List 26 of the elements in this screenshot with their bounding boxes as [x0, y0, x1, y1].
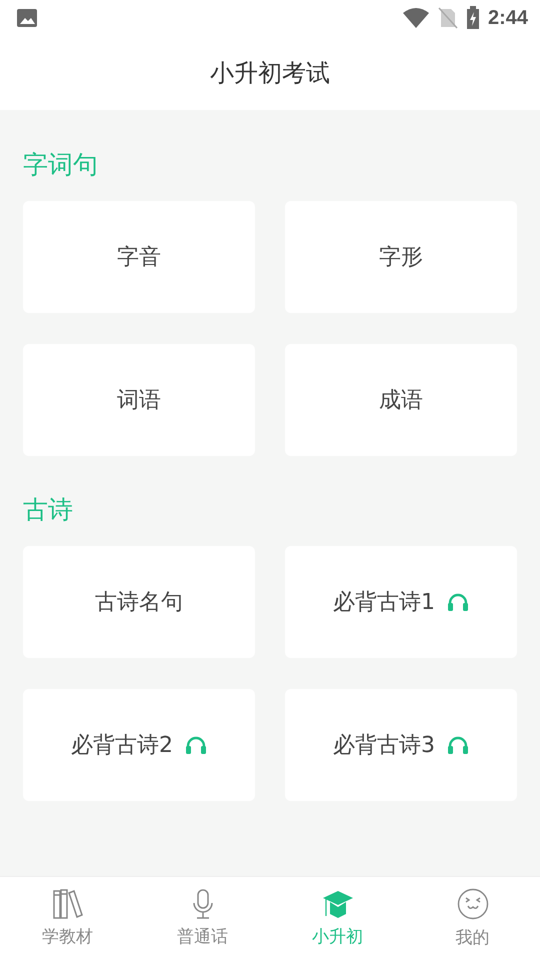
no-sim-icon [438, 7, 458, 29]
menu-card[interactable]: 字音 [23, 201, 255, 313]
menu-card[interactable]: 古诗名句 [23, 546, 255, 658]
headphones-icon [447, 593, 469, 611]
status-time: 2:44 [488, 6, 528, 30]
page-title: 小升初考试 [210, 58, 330, 89]
nav-tab[interactable]: 普通话 [135, 877, 270, 960]
section-title: 古诗 [23, 494, 73, 526]
graduation-cap-icon [322, 889, 354, 919]
headphones-icon [447, 736, 469, 754]
headphones-icon [185, 736, 207, 754]
menu-card[interactable]: 词语 [23, 344, 255, 456]
menu-card[interactable]: 必背古诗3 [285, 689, 517, 801]
books-icon [52, 889, 84, 919]
image-icon [16, 8, 38, 28]
section-title: 字词句 [23, 149, 98, 181]
battery-charging-icon [466, 6, 480, 30]
menu-card[interactable]: 必背古诗1 [285, 546, 517, 658]
nav-tab[interactable]: 我的 [405, 877, 540, 960]
menu-card[interactable]: 成语 [285, 344, 517, 456]
smiley-face-icon [456, 888, 488, 920]
microphone-icon [190, 889, 214, 919]
wifi-icon [402, 7, 430, 29]
menu-card[interactable]: 字形 [285, 201, 517, 313]
menu-card[interactable]: 必背古诗2 [23, 689, 255, 801]
nav-tab[interactable]: 学教材 [0, 877, 135, 960]
